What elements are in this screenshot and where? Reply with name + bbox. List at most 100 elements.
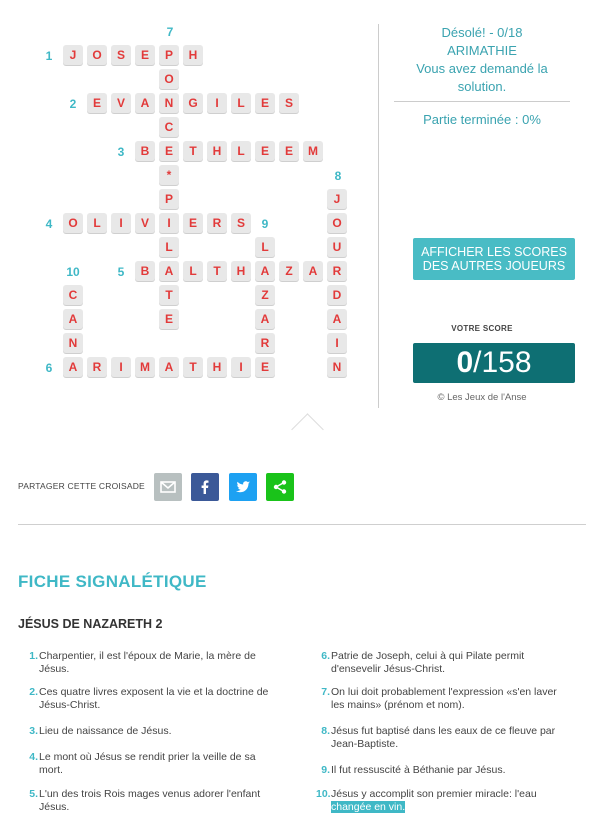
grid-cell[interactable]: V bbox=[135, 213, 155, 233]
grid-cell[interactable]: A bbox=[63, 309, 83, 329]
grid-cell[interactable]: E bbox=[279, 141, 299, 161]
grid-cell[interactable]: Z bbox=[279, 261, 299, 281]
grid-cell[interactable]: B bbox=[135, 141, 155, 161]
clue-number-3: 3 bbox=[117, 145, 125, 159]
grid-cell[interactable]: U bbox=[327, 237, 347, 257]
grid-cell[interactable]: E bbox=[255, 141, 275, 161]
grid-cell[interactable]: I bbox=[231, 357, 251, 377]
grid-cell[interactable]: E bbox=[255, 93, 275, 113]
grid-cell[interactable]: I bbox=[207, 93, 227, 113]
grid-cell[interactable]: T bbox=[183, 141, 203, 161]
grid-cell[interactable]: N bbox=[327, 357, 347, 377]
grid-cell[interactable]: R bbox=[87, 357, 107, 377]
grid-cell[interactable]: C bbox=[159, 117, 179, 137]
clue-number-1: 1 bbox=[45, 49, 53, 63]
grid-cell[interactable]: S bbox=[111, 45, 131, 65]
grid-cell[interactable]: N bbox=[63, 333, 83, 353]
grid-cell[interactable]: L bbox=[231, 93, 251, 113]
grid-cell[interactable]: E bbox=[159, 141, 179, 161]
clue-text: Lieu de naissance de Jésus. bbox=[39, 725, 172, 737]
grid-cell[interactable]: A bbox=[159, 261, 179, 281]
grid-cell[interactable]: E bbox=[87, 93, 107, 113]
clue-text: Jésus y accomplit son premier miracle: l… bbox=[331, 788, 566, 814]
status-message: Désolé! - 0/18 ARIMATHIE Vous avez deman… bbox=[394, 24, 570, 96]
grid-cell[interactable]: E bbox=[135, 45, 155, 65]
grid-cell[interactable]: H bbox=[231, 261, 251, 281]
grid-cell[interactable]: M bbox=[303, 141, 323, 161]
grid-cell[interactable]: Z bbox=[255, 285, 275, 305]
page: 7 1 2 3 8 4 9 10 5 6 J O S E P H O N C E… bbox=[18, 0, 586, 832]
show-scores-button[interactable]: AFFICHER LES SCORES DES AUTRES JOUEURS bbox=[413, 238, 575, 280]
grid-cell[interactable]: T bbox=[159, 285, 179, 305]
status-answer: ARIMATHIE bbox=[447, 43, 517, 58]
grid-cell[interactable]: G bbox=[183, 93, 203, 113]
puzzle-title: JÉSUS DE NAZARETH 2 bbox=[18, 617, 163, 631]
grid-cell[interactable]: I bbox=[327, 333, 347, 353]
grid-cell[interactable]: O bbox=[63, 213, 83, 233]
grid-cell[interactable]: H bbox=[183, 45, 203, 65]
status-line: Vous avez demandé la bbox=[416, 61, 548, 76]
twitter-share-button[interactable] bbox=[229, 473, 257, 501]
grid-cell[interactable]: A bbox=[63, 357, 83, 377]
share-button[interactable] bbox=[266, 473, 294, 501]
clue-number-2: 2 bbox=[69, 97, 77, 111]
grid-cell[interactable]: I bbox=[111, 213, 131, 233]
grid-cell[interactable]: P bbox=[159, 45, 179, 65]
grid-cell[interactable]: E bbox=[255, 357, 275, 377]
grid-cell[interactable]: I bbox=[111, 357, 131, 377]
grid-cell[interactable]: O bbox=[159, 69, 179, 89]
section-title: FICHE SIGNALÉTIQUE bbox=[18, 572, 207, 591]
grid-cell[interactable]: H bbox=[207, 141, 227, 161]
grid-cell[interactable]: A bbox=[255, 309, 275, 329]
grid-cell[interactable]: A bbox=[159, 357, 179, 377]
grid-cell[interactable]: L bbox=[231, 141, 251, 161]
grid-cell[interactable]: H bbox=[207, 357, 227, 377]
grid-cell[interactable]: D bbox=[327, 285, 347, 305]
grid-cell[interactable]: A bbox=[327, 309, 347, 329]
email-icon bbox=[160, 481, 176, 493]
clue-text: L'un des trois Rois mages venus adorer l… bbox=[39, 788, 261, 813]
grid-cell[interactable]: A bbox=[303, 261, 323, 281]
grid-cell[interactable]: R bbox=[207, 213, 227, 233]
grid-cell[interactable]: I bbox=[159, 213, 179, 233]
grid-cell[interactable]: L bbox=[87, 213, 107, 233]
grid-cell[interactable]: M bbox=[135, 357, 155, 377]
grid-cell[interactable]: P bbox=[159, 189, 179, 209]
grid-cell[interactable]: J bbox=[327, 189, 347, 209]
grid-cell[interactable]: T bbox=[207, 261, 227, 281]
clue-number: 8. bbox=[321, 725, 330, 737]
grid-cell[interactable]: O bbox=[327, 213, 347, 233]
clue-number-5: 5 bbox=[117, 265, 125, 279]
twitter-icon bbox=[236, 481, 250, 493]
score-label: VOTRE SCORE bbox=[451, 324, 513, 333]
copyright: © Les Jeux de l'Anse bbox=[437, 392, 527, 403]
grid-cell[interactable]: J bbox=[63, 45, 83, 65]
facebook-share-button[interactable] bbox=[191, 473, 219, 501]
grid-cell[interactable]: N bbox=[159, 93, 179, 113]
grid-cell[interactable]: S bbox=[279, 93, 299, 113]
grid-cell[interactable]: R bbox=[327, 261, 347, 281]
grid-cell[interactable]: S bbox=[231, 213, 251, 233]
clue-text: Patrie de Joseph, celui à qui Pilate per… bbox=[331, 650, 525, 675]
clue-number: 4. bbox=[29, 751, 38, 763]
grid-cell[interactable]: C bbox=[63, 285, 83, 305]
grid-cell[interactable]: L bbox=[183, 261, 203, 281]
grid-cell[interactable]: T bbox=[183, 357, 203, 377]
clue-number: 10. bbox=[316, 788, 331, 800]
grid-cell[interactable]: V bbox=[111, 93, 131, 113]
grid-cell[interactable]: B bbox=[135, 261, 155, 281]
clue-number: 6. bbox=[321, 650, 330, 662]
email-share-button[interactable] bbox=[154, 473, 182, 501]
crossword-game: 7 1 2 3 8 4 9 10 5 6 J O S E P H O N C E… bbox=[18, 0, 586, 446]
grid-cell[interactable]: E bbox=[159, 309, 179, 329]
clue-number-6: 6 bbox=[45, 361, 53, 375]
grid-cell[interactable]: L bbox=[159, 237, 179, 257]
grid-cell[interactable]: A bbox=[255, 261, 275, 281]
grid-cell[interactable]: E bbox=[183, 213, 203, 233]
grid-cell[interactable]: O bbox=[87, 45, 107, 65]
grid-cell[interactable]: A bbox=[135, 93, 155, 113]
grid-cell[interactable]: L bbox=[255, 237, 275, 257]
grid-cell[interactable]: R bbox=[255, 333, 275, 353]
score-total: /158 bbox=[473, 346, 532, 379]
grid-cell[interactable]: * bbox=[159, 165, 179, 185]
